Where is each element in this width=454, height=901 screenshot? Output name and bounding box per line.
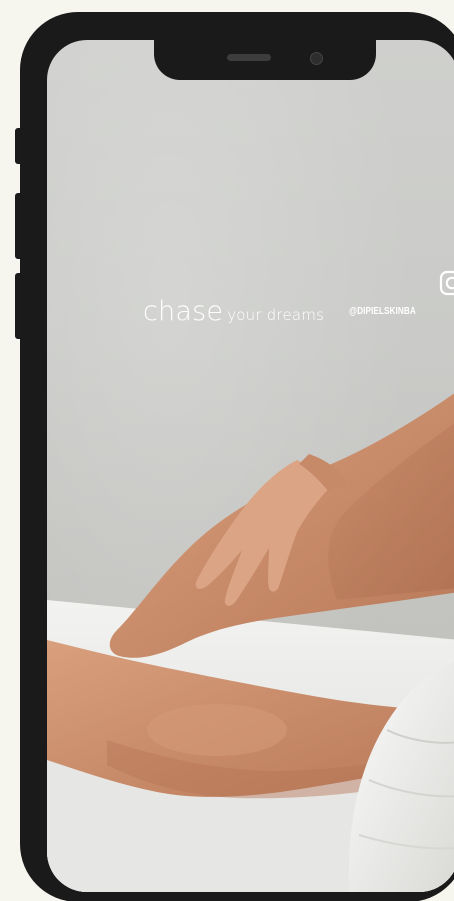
front-camera xyxy=(310,52,323,65)
phone-frame: chase your dreams @DIPIELSKINBA xyxy=(20,12,454,901)
massage-photo xyxy=(47,393,454,892)
caption-text: chase your dreams xyxy=(143,296,324,327)
page: chase your dreams @DIPIELSKINBA xyxy=(0,0,454,901)
caption-small: your dreams xyxy=(227,306,325,324)
instagram-icon[interactable] xyxy=(439,270,454,296)
caption-big: chase xyxy=(143,296,224,327)
phone-notch xyxy=(154,40,376,80)
instagram-handle[interactable]: @DIPIELSKINBA xyxy=(349,306,416,317)
phone-screen[interactable]: chase your dreams @DIPIELSKINBA xyxy=(47,40,454,892)
speaker-grille xyxy=(227,54,271,61)
